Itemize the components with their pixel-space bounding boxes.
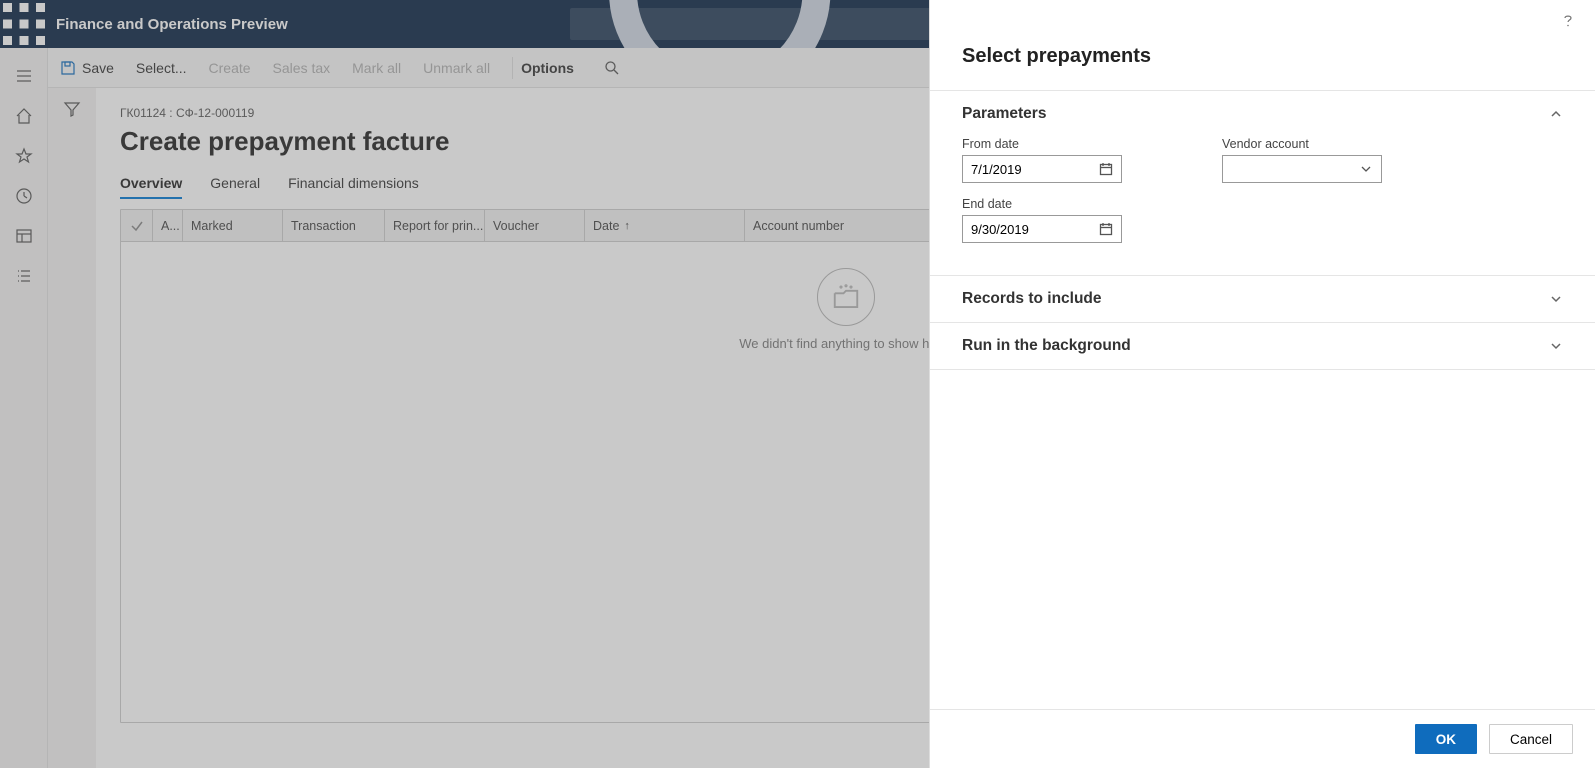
section-background: Run in the background	[930, 322, 1595, 370]
panel-footer: OK Cancel	[930, 709, 1595, 768]
tab-overview[interactable]: Overview	[120, 175, 182, 199]
cancel-button[interactable]: Cancel	[1489, 724, 1573, 754]
save-icon	[60, 60, 76, 76]
col-transaction[interactable]: Transaction	[283, 210, 385, 241]
tab-general[interactable]: General	[210, 175, 260, 199]
end-date-input[interactable]	[962, 215, 1122, 243]
help-icon	[1559, 12, 1577, 30]
waffle-icon	[0, 0, 48, 48]
product-title: Finance and Operations Preview	[56, 16, 288, 33]
left-rail	[0, 48, 48, 768]
calendar-icon	[1099, 162, 1113, 176]
home-icon	[15, 107, 33, 125]
vendor-account-label: Vendor account	[1222, 137, 1382, 151]
vendor-account-select[interactable]	[1222, 155, 1382, 183]
clock-icon	[15, 187, 33, 205]
hamburger-button[interactable]	[0, 56, 48, 96]
workspace-icon	[15, 227, 33, 245]
favorites-button[interactable]	[0, 136, 48, 176]
section-background-header[interactable]: Run in the background	[930, 323, 1595, 369]
col-report[interactable]: Report for prin...	[385, 210, 485, 241]
col-a[interactable]: A...	[153, 210, 183, 241]
from-date-label: From date	[962, 137, 1122, 151]
save-label: Save	[82, 60, 114, 76]
markall-button: Mark all	[352, 60, 401, 76]
chevron-down-icon	[1359, 162, 1373, 176]
section-parameters: Parameters From date End date	[930, 90, 1595, 275]
section-records: Records to include	[930, 275, 1595, 322]
calendar-icon	[1099, 222, 1113, 236]
separator	[512, 57, 513, 79]
empty-state-icon	[817, 268, 875, 326]
col-voucher[interactable]: Voucher	[485, 210, 585, 241]
section-parameters-header[interactable]: Parameters	[930, 91, 1595, 137]
salestax-button: Sales tax	[273, 60, 331, 76]
filter-button[interactable]	[63, 100, 81, 768]
col-marked[interactable]: Marked	[183, 210, 283, 241]
star-icon	[15, 147, 33, 165]
filter-icon	[63, 100, 81, 118]
select-prepayments-panel: Select prepayments Parameters From date …	[929, 0, 1595, 768]
empty-state-text: We didn't find anything to show here.	[739, 336, 952, 351]
panel-title: Select prepayments	[930, 41, 1595, 90]
end-date-label: End date	[962, 197, 1122, 211]
sort-asc-icon: ↑	[624, 220, 630, 232]
ok-button[interactable]: OK	[1415, 724, 1477, 754]
list-icon	[15, 267, 33, 285]
unmarkall-button: Unmark all	[423, 60, 490, 76]
check-icon	[130, 219, 144, 233]
tab-financial-dimensions[interactable]: Financial dimensions	[288, 175, 419, 199]
select-button[interactable]: Select...	[136, 60, 187, 76]
filter-strip	[48, 88, 96, 768]
search-icon	[604, 60, 620, 76]
find-button[interactable]	[604, 60, 620, 76]
app-launcher-button[interactable]	[0, 0, 48, 48]
create-button: Create	[209, 60, 251, 76]
col-account[interactable]: Account number	[745, 210, 905, 241]
workspaces-button[interactable]	[0, 216, 48, 256]
home-button[interactable]	[0, 96, 48, 136]
options-button[interactable]: Options	[521, 60, 574, 76]
modules-button[interactable]	[0, 256, 48, 296]
save-button[interactable]: Save	[60, 60, 114, 76]
from-date-input[interactable]	[962, 155, 1122, 183]
col-date[interactable]: Date↑	[585, 210, 745, 241]
hamburger-icon	[15, 67, 33, 85]
chevron-down-icon	[1549, 292, 1563, 306]
section-records-header[interactable]: Records to include	[930, 276, 1595, 322]
chevron-down-icon	[1549, 339, 1563, 353]
chevron-up-icon	[1549, 107, 1563, 121]
col-select-all[interactable]	[121, 210, 153, 241]
help-button[interactable]	[1553, 6, 1583, 41]
folder-icon	[831, 282, 861, 312]
recent-button[interactable]	[0, 176, 48, 216]
